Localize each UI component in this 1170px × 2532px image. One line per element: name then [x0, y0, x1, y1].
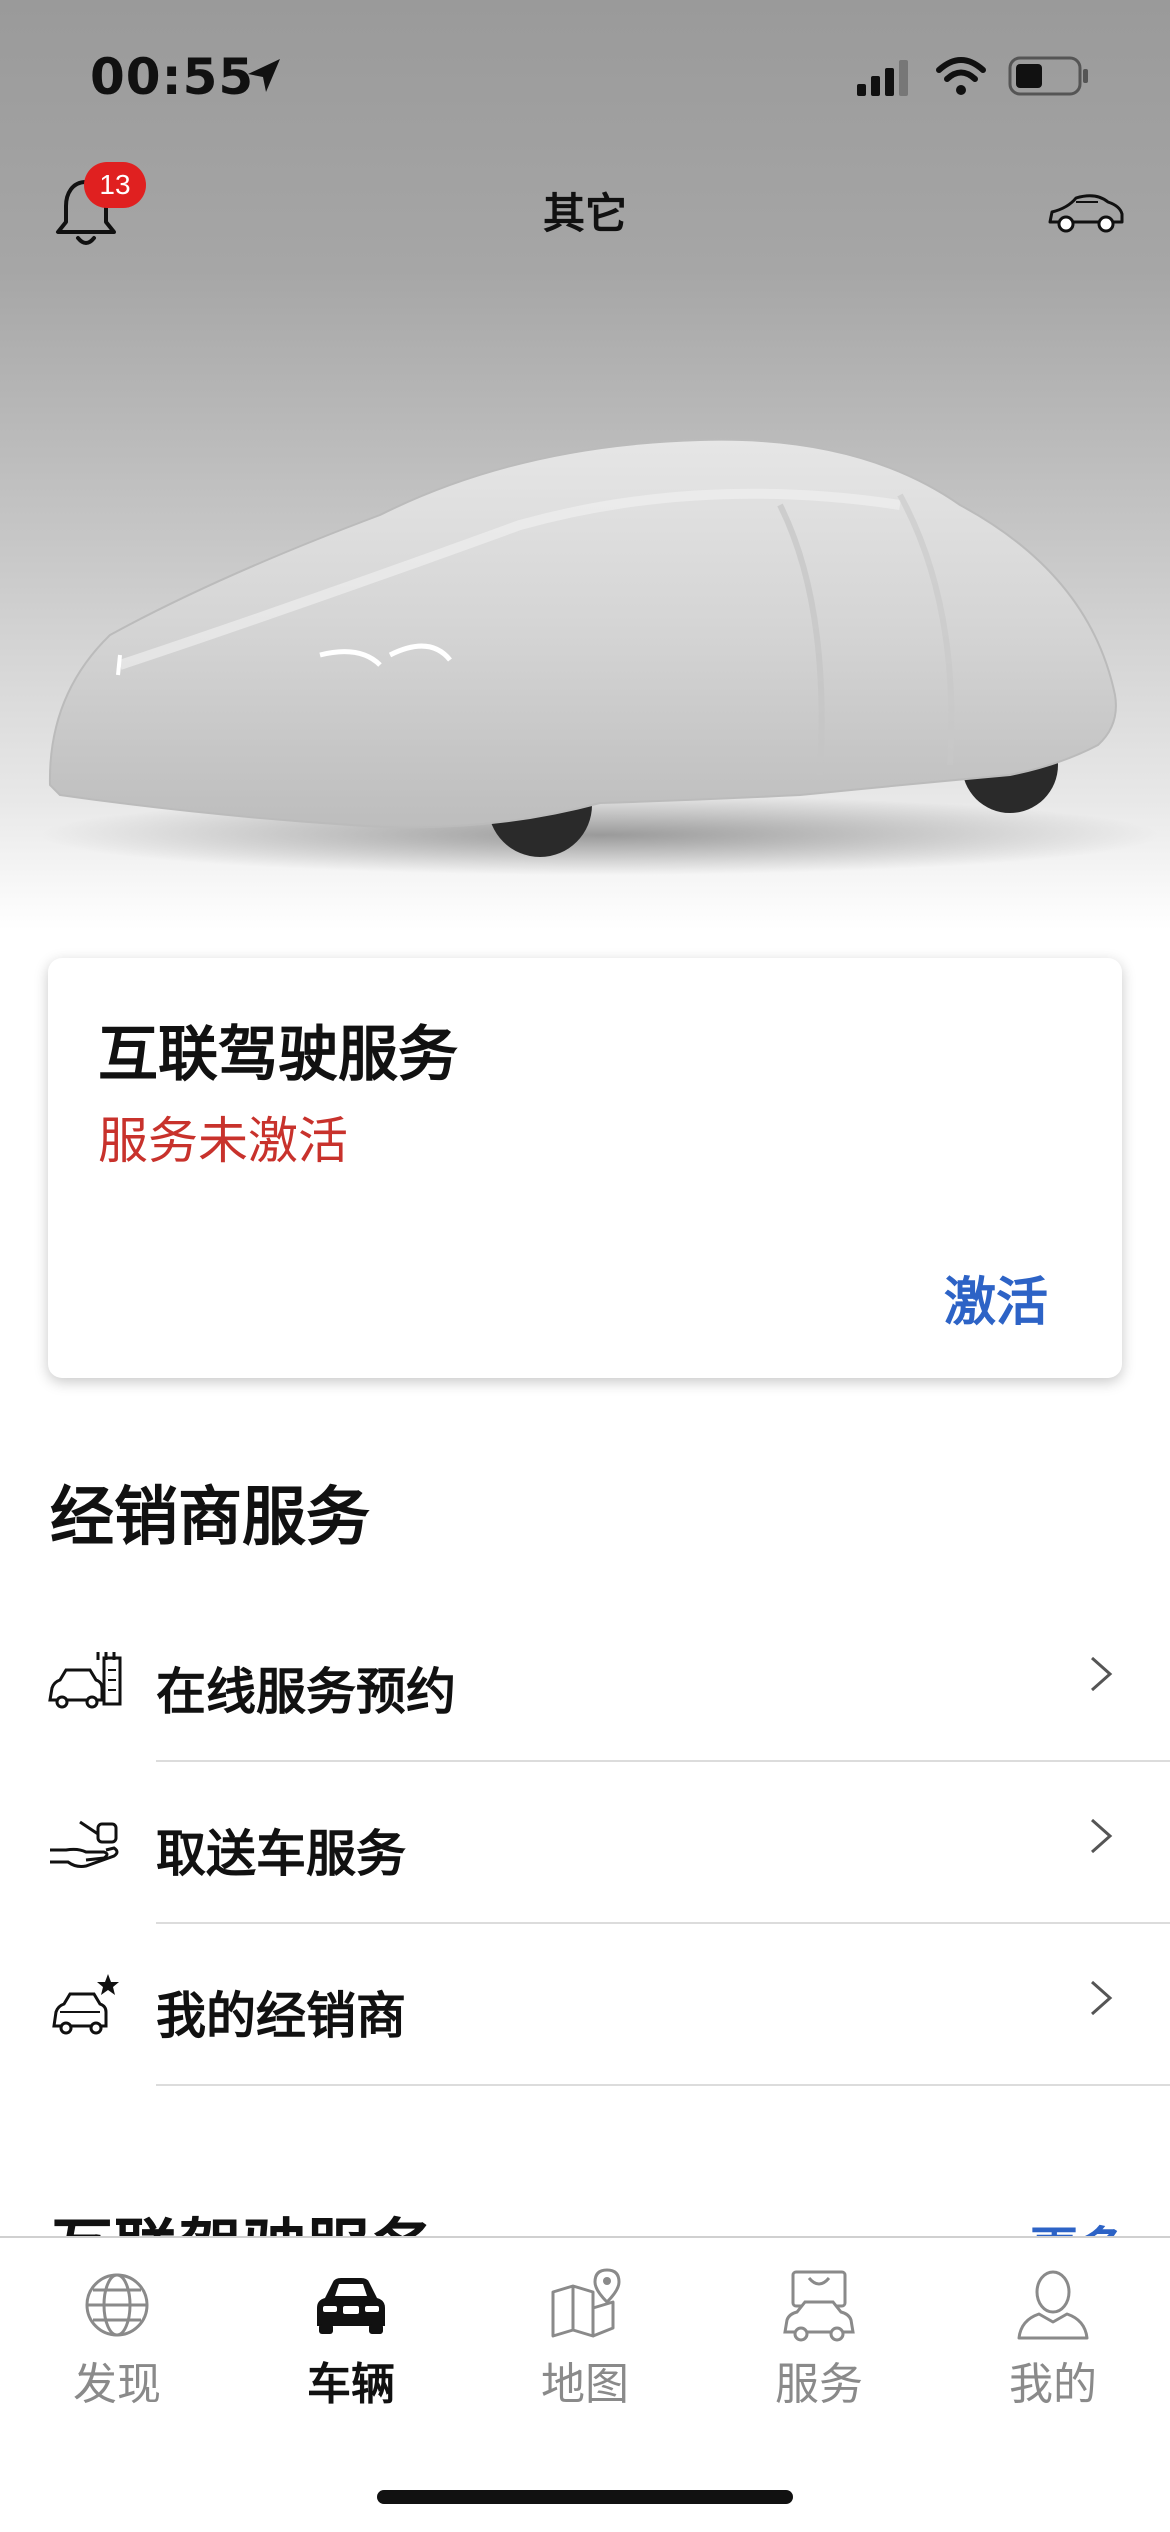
tab-bar: 发现 车辆 地图 服务 我的: [0, 2236, 1170, 2532]
hand-key-icon: [50, 1820, 119, 1868]
tab-map[interactable]: 地图: [468, 2268, 702, 2438]
list-item-label: 取送车服务: [156, 1825, 406, 1883]
tab-discover[interactable]: 发现: [0, 2268, 234, 2438]
dealer-services-title: 经销商服务: [50, 1481, 370, 1555]
tab-services[interactable]: 服务: [702, 2268, 936, 2438]
car-star-icon: [52, 1974, 119, 2035]
list-item-my-dealer[interactable]: 我的经销商: [0, 1924, 1170, 2086]
dealer-services-list: 在线服务预约 取送车服务 我的经销商: [0, 1600, 1170, 2086]
tab-label: 发现: [73, 2359, 161, 2410]
cellular-signal-icon: [857, 60, 908, 96]
service-bag-icon: [783, 2270, 855, 2342]
vehicle-cover-illustration: [40, 438, 1160, 875]
car-calendar-icon: [48, 1652, 122, 1709]
car-switch-icon[interactable]: [1046, 188, 1126, 238]
status-time: 00:55: [90, 48, 255, 106]
divider: [156, 2084, 1170, 2086]
tab-label: 地图: [541, 2359, 629, 2410]
person-icon: [1017, 2270, 1089, 2340]
status-bar: 00:55: [0, 0, 1170, 150]
card-title: 互联驾驶服务: [98, 1020, 458, 1090]
chevron-right-icon: [1091, 1656, 1113, 1692]
chevron-right-icon: [1091, 1818, 1113, 1854]
page-title: 其它: [542, 189, 627, 238]
location-arrow-icon: [248, 59, 280, 92]
car-front-icon: [317, 2278, 385, 2334]
nav-bar: 13 其它: [0, 150, 1170, 275]
home-indicator: [377, 2490, 793, 2504]
tab-label: 服务: [775, 2359, 863, 2410]
list-item-online-appointment[interactable]: 在线服务预约: [0, 1600, 1170, 1762]
tab-profile[interactable]: 我的: [936, 2268, 1170, 2438]
chevron-right-icon: [1091, 1980, 1113, 2016]
list-item-label: 我的经销商: [156, 1987, 406, 2045]
tab-vehicle[interactable]: 车辆: [234, 2268, 468, 2438]
wifi-icon: [936, 57, 986, 95]
activate-button[interactable]: 激活: [944, 1260, 1048, 1335]
list-item-pickup-delivery[interactable]: 取送车服务: [0, 1762, 1170, 1924]
tab-label: 车辆: [307, 2359, 395, 2410]
covered-car-image: [0, 275, 1170, 935]
list-item-label: 在线服务预约: [156, 1663, 456, 1721]
map-pin-icon: [551, 2268, 621, 2338]
tab-label: 我的: [1009, 2359, 1097, 2410]
globe-icon: [85, 2273, 149, 2337]
service-status-text: 服务未激活: [98, 1112, 348, 1170]
battery-icon: [1008, 56, 1088, 96]
connected-drive-card: 互联驾驶服务 服务未激活 激活: [48, 958, 1122, 1378]
